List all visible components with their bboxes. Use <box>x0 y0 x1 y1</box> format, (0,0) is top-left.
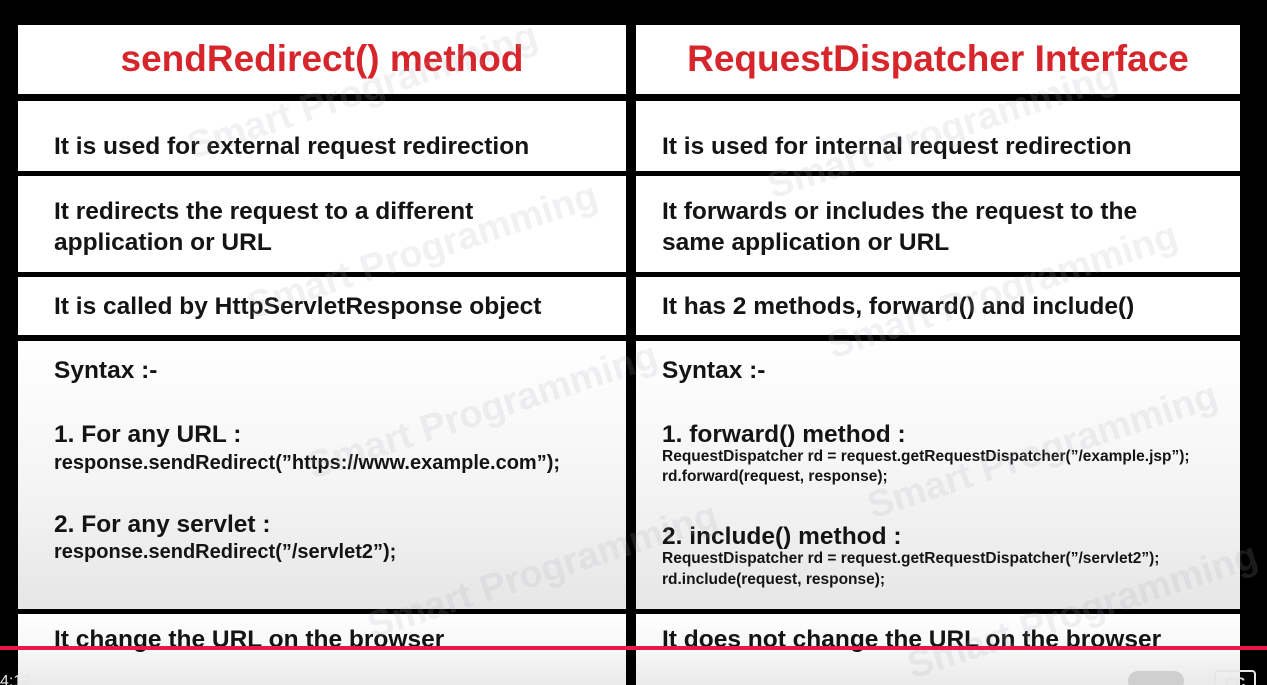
syntax-heading-right: Syntax :- <box>662 357 766 384</box>
row-1-right: It is used for internal request redirect… <box>636 101 1240 171</box>
video-frame: sendRedirect() method RequestDispatcher … <box>0 0 1267 685</box>
syntax-left-item-1-title: 1. For any URL : <box>54 421 242 448</box>
autoplay-toggle[interactable] <box>1128 671 1184 685</box>
row-1-left-text: It is used for external request redirect… <box>54 133 530 160</box>
syntax-right-item-2-code-1: RequestDispatcher rd = request.getReques… <box>662 550 1160 567</box>
row-2-left: It redirects the request to a different … <box>18 176 626 272</box>
row-2-left-line-2: application or URL <box>54 229 272 256</box>
syntax-cell-right: Syntax :- 1. forward() method : RequestD… <box>636 341 1240 609</box>
video-progress-bar[interactable] <box>0 646 1267 650</box>
row-3-left: It is called by HttpServletResponse obje… <box>18 277 626 335</box>
row-3-right-text: It has 2 methods, forward() and include(… <box>662 293 1135 320</box>
row-3-left-text: It is called by HttpServletResponse obje… <box>54 293 542 320</box>
cc-button[interactable]: CC <box>1214 670 1256 685</box>
row-2-right-line-2: same application or URL <box>662 229 950 256</box>
syntax-left-item-2-code: response.sendRedirect(”/servlet2”); <box>54 541 397 563</box>
syntax-cell-left: Syntax :- 1. For any URL : response.send… <box>18 341 626 609</box>
header-cell-right: RequestDispatcher Interface <box>636 25 1240 94</box>
row-1-right-text: It is used for internal request redirect… <box>662 133 1132 160</box>
syntax-right-item-1-code-1: RequestDispatcher rd = request.getReques… <box>662 448 1190 465</box>
row-3-right: It has 2 methods, forward() and include(… <box>636 277 1240 335</box>
syntax-left-item-2-title: 2. For any servlet : <box>54 511 271 538</box>
row-2-left-line-1: It redirects the request to a different <box>54 198 474 225</box>
row-1-left: It is used for external request redirect… <box>18 101 626 171</box>
syntax-heading-left: Syntax :- <box>54 357 158 384</box>
video-time: 4:12 <box>0 673 32 685</box>
syntax-right-item-1-code-2: rd.forward(request, response); <box>662 468 888 485</box>
row-2-right: It forwards or includes the request to t… <box>636 176 1240 272</box>
syntax-right-item-1-title: 1. forward() method : <box>662 421 906 448</box>
syntax-right-item-2-code-2: rd.include(request, response); <box>662 571 886 588</box>
header-title-right: RequestDispatcher Interface <box>687 38 1189 79</box>
row-2-right-line-1: It forwards or includes the request to t… <box>662 198 1138 225</box>
header-title-left: sendRedirect() method <box>120 38 524 79</box>
syntax-right-item-2-title: 2. include() method : <box>662 523 902 550</box>
syntax-left-item-1-code: response.sendRedirect(”https://www.examp… <box>54 452 561 474</box>
header-cell-left: sendRedirect() method <box>18 25 626 94</box>
row-last-left-text: It change the URL on the browser <box>54 626 445 653</box>
row-last-right-text: It does not change the URL on the browse… <box>662 626 1162 653</box>
